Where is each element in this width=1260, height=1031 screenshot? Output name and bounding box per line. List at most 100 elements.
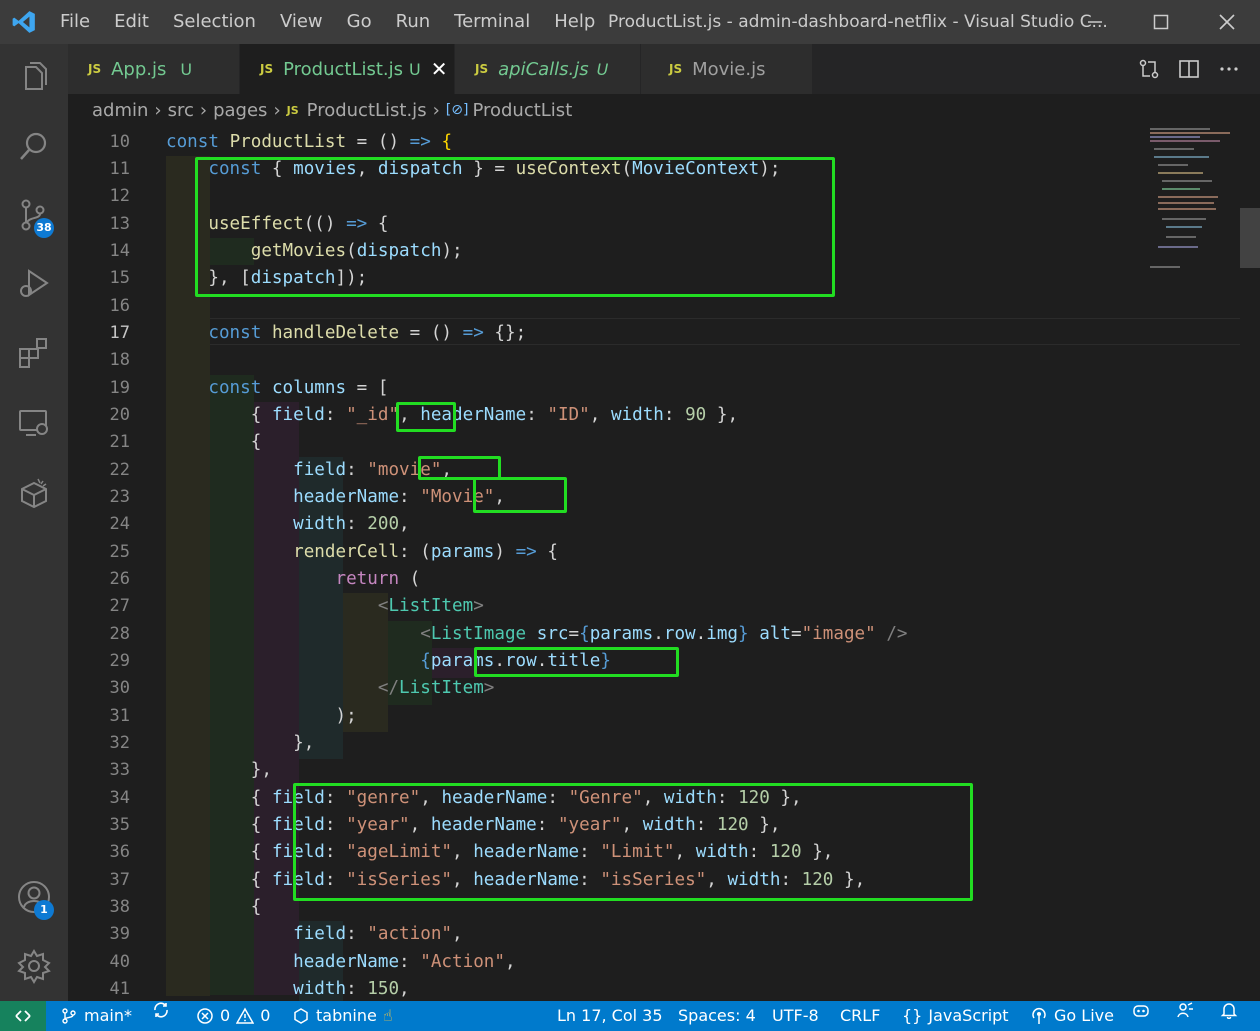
copilot-button[interactable]: [1132, 1001, 1150, 1019]
menu-help[interactable]: Help: [542, 0, 607, 44]
code-line: width: 200,: [293, 514, 410, 534]
breadcrumb-item[interactable]: pages: [213, 100, 267, 121]
tab-label: ProductList.js: [283, 58, 404, 80]
code-line: headerName: "Action",: [293, 952, 516, 972]
line-number: 12: [109, 186, 130, 206]
manage-button[interactable]: [0, 935, 68, 997]
activity-bar: 38 1: [0, 44, 68, 1001]
js-file-icon: JS: [88, 62, 102, 76]
more-actions-icon[interactable]: [1218, 58, 1240, 80]
extensions-icon: [19, 338, 47, 368]
docker-button[interactable]: [0, 462, 68, 524]
warning-count: 0: [260, 1006, 271, 1025]
line-number: 31: [109, 706, 130, 726]
breadcrumb-item[interactable]: ProductList: [472, 100, 572, 121]
remote-explorer-button[interactable]: [0, 392, 68, 454]
git-branch-status[interactable]: main*: [60, 1001, 132, 1031]
minimize-button[interactable]: [1062, 0, 1128, 44]
compare-changes-icon[interactable]: [1138, 58, 1160, 80]
chevron-right-icon: ›: [273, 99, 281, 121]
language-mode[interactable]: {} JavaScript: [902, 1001, 1009, 1031]
line-number: 16: [109, 296, 130, 316]
error-icon: [197, 1008, 213, 1024]
split-editor-icon[interactable]: [1178, 58, 1200, 80]
line-number: 18: [109, 350, 130, 370]
close-icon: [1219, 14, 1235, 30]
cursor-position[interactable]: Ln 17, Col 35: [557, 1001, 663, 1031]
code-editor[interactable]: 10 11 12 13 14 15 16 17 18 19 20 21 22 2…: [68, 126, 1260, 1001]
minimap-line: [1158, 172, 1203, 174]
close-tab-icon[interactable]: ✕: [431, 57, 448, 81]
remote-indicator[interactable]: [0, 1001, 46, 1031]
maximize-icon: [1153, 14, 1169, 30]
breadcrumb-item[interactable]: admin: [92, 100, 148, 121]
line-number: 22: [109, 460, 130, 480]
line-number: 15: [109, 268, 130, 288]
minimap-line: [1150, 132, 1230, 134]
breadcrumb-item[interactable]: src: [168, 100, 194, 121]
menu-view[interactable]: View: [268, 0, 335, 44]
minimap[interactable]: [1148, 126, 1240, 276]
source-control-button[interactable]: 38: [0, 184, 68, 246]
branch-name: main*: [84, 1006, 132, 1025]
remote-explorer-icon: [19, 410, 48, 436]
menu-selection[interactable]: Selection: [161, 0, 268, 44]
code-line: },: [166, 733, 315, 753]
explorer-button[interactable]: [0, 46, 68, 108]
tab-app-js[interactable]: JS App.js U: [68, 44, 240, 94]
accounts-button[interactable]: 1: [0, 866, 68, 928]
menu-file[interactable]: File: [48, 0, 102, 44]
line-number: 37: [109, 870, 130, 890]
code-line: return (: [335, 569, 421, 589]
scm-badge: 38: [34, 218, 54, 238]
line-number: 39: [109, 924, 130, 944]
breadcrumb-item[interactable]: ProductList.js: [307, 100, 427, 121]
window-title: ProductList.js - admin-dashboard-netflix…: [608, 12, 1108, 32]
chevron-right-icon: ›: [432, 99, 440, 121]
feedback-button[interactable]: [1176, 1001, 1194, 1019]
js-file-icon: JS: [475, 62, 489, 76]
line-number: 26: [109, 569, 130, 589]
code-line: headerName: "Movie",: [293, 487, 505, 507]
extensions-button[interactable]: [0, 322, 68, 384]
menu-run[interactable]: Run: [384, 0, 443, 44]
notifications-button[interactable]: [1220, 1001, 1238, 1019]
menu-edit[interactable]: Edit: [102, 0, 161, 44]
tab-productlist-js[interactable]: JS ProductList.js U ✕: [240, 44, 455, 94]
tab-label: apiCalls.js: [498, 58, 589, 80]
gear-icon: [17, 949, 51, 984]
highlight-box-movie-header: [473, 477, 567, 513]
problems-status[interactable]: 0 0: [196, 1001, 270, 1031]
tab-movie-js[interactable]: JS Movie.js: [641, 44, 813, 94]
title-bar: File Edit Selection View Go Run Terminal…: [0, 0, 1260, 44]
indentation-status[interactable]: Spaces: 4: [678, 1001, 756, 1031]
line-number: 34: [109, 788, 130, 808]
eol-status[interactable]: CRLF: [840, 1001, 880, 1031]
line-number: 27: [109, 596, 130, 616]
js-file-icon: JS: [286, 103, 299, 117]
highlight-box-context-effect: [195, 157, 835, 297]
minimap-line: [1150, 136, 1200, 138]
run-debug-icon: [20, 269, 49, 297]
editor-tabs: JS App.js U JS ProductList.js U ✕ JS api…: [68, 44, 1260, 94]
maximize-button[interactable]: [1128, 0, 1194, 44]
line-number: 24: [109, 514, 130, 534]
close-window-button[interactable]: [1194, 0, 1260, 44]
minimap-line: [1150, 266, 1180, 268]
tab-label: Movie.js: [692, 58, 766, 80]
menu-go[interactable]: Go: [335, 0, 384, 44]
minimap-line: [1162, 188, 1200, 190]
line-number: 20: [109, 405, 130, 425]
go-live-button[interactable]: Go Live: [1030, 1001, 1114, 1031]
code-line: const columns = [: [208, 378, 389, 398]
tab-apicalls-js[interactable]: JS apiCalls.js U: [455, 44, 641, 94]
sync-button[interactable]: [152, 1001, 170, 1019]
search-button[interactable]: [0, 116, 68, 178]
line-number: 28: [109, 624, 130, 644]
tabnine-status[interactable]: tabnine ☝: [292, 1001, 393, 1031]
run-debug-button[interactable]: [0, 252, 68, 314]
encoding-status[interactable]: UTF-8: [772, 1001, 819, 1031]
vertical-scrollbar-thumb[interactable]: [1240, 208, 1260, 268]
symbol-variable-icon: [⊘]: [445, 102, 469, 118]
menu-terminal[interactable]: Terminal: [442, 0, 542, 44]
